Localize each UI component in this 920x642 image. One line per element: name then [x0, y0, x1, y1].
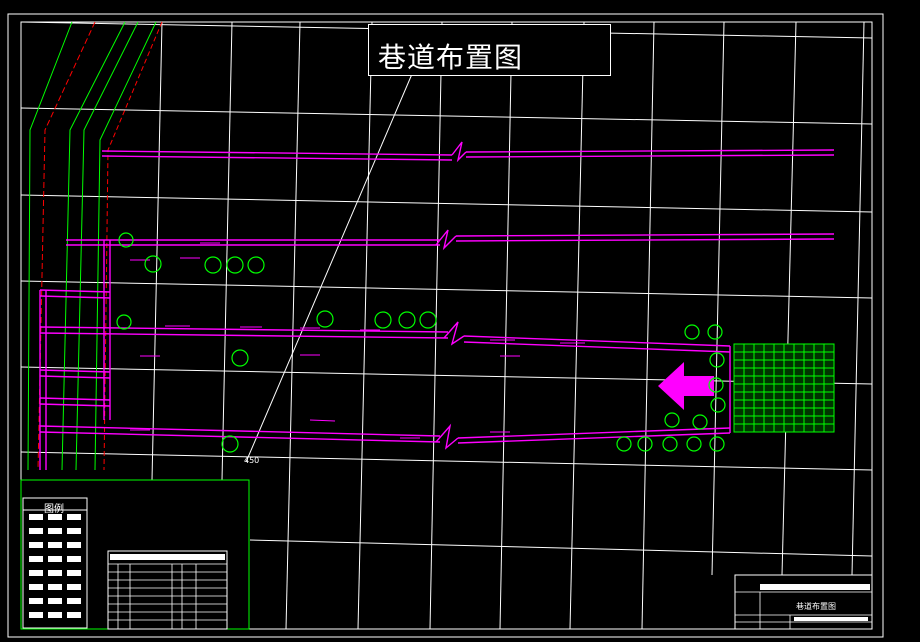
- coordinate-label: 450: [244, 456, 260, 465]
- legend-title: 图例: [44, 504, 64, 515]
- cad-drawing: [7, 13, 884, 638]
- working-face-hatch: [733, 343, 835, 433]
- airflow-arrow-icon: [658, 362, 714, 410]
- boundary-lines: [27, 21, 163, 471]
- drawing-title: 巷道布置图: [378, 41, 524, 74]
- title-block-name: 巷道布置图: [796, 602, 836, 611]
